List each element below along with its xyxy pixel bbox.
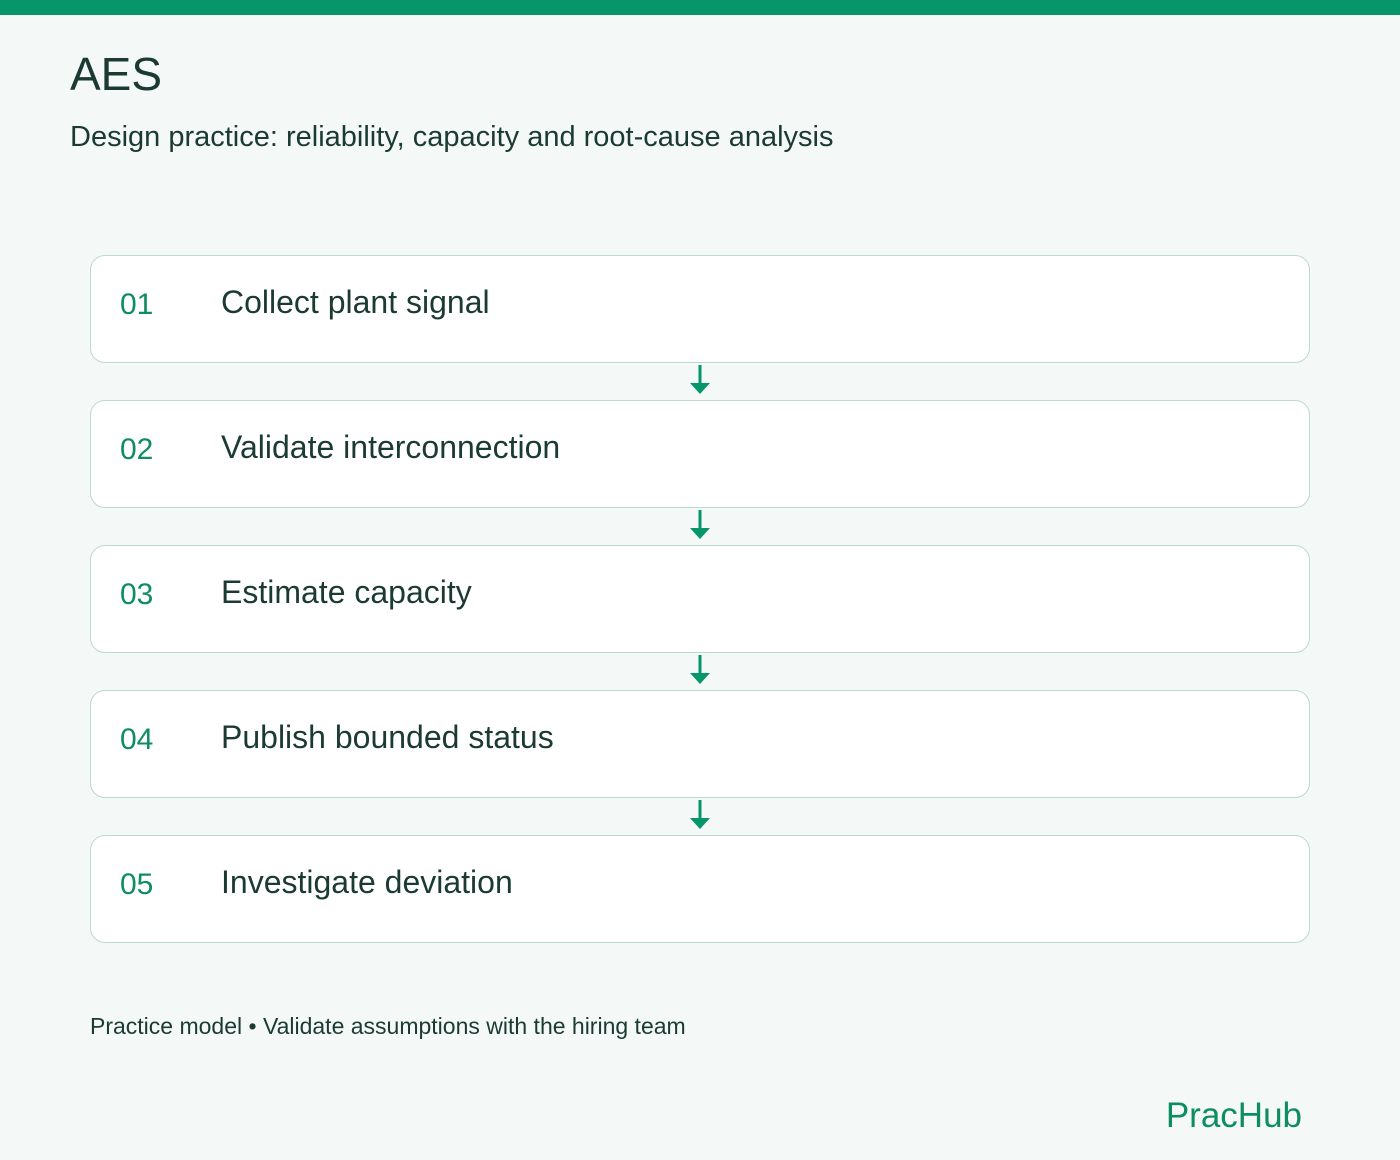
step-label: Validate interconnection <box>221 429 561 465</box>
step-card-3: 03 Estimate capacity <box>90 545 1310 653</box>
page-title: AES <box>70 48 163 100</box>
page-subtitle: Design practice: reliability, capacity a… <box>70 121 834 153</box>
step-label: Investigate deviation <box>221 864 513 900</box>
top-accent-bar <box>0 0 1400 15</box>
brand-logo-text: PracHub <box>1165 1096 1302 1135</box>
step-card-4: 04 Publish bounded status <box>90 690 1310 798</box>
arrow-down-icon <box>690 655 710 684</box>
arrow-down-icon <box>690 365 710 394</box>
step-number: 04 <box>120 723 154 756</box>
step-card-1: 01 Collect plant signal <box>90 255 1310 363</box>
step-number: 01 <box>120 288 154 321</box>
arrow-down-icon <box>690 800 710 829</box>
step-number: 02 <box>120 433 154 466</box>
step-label: Publish bounded status <box>221 719 554 755</box>
footer-note: Practice model • Validate assumptions wi… <box>90 1013 686 1039</box>
step-card-5: 05 Investigate deviation <box>90 835 1310 943</box>
step-number: 03 <box>120 578 154 611</box>
step-number: 05 <box>120 868 154 901</box>
arrow-down-icon <box>690 510 710 539</box>
step-label: Estimate capacity <box>221 574 472 610</box>
step-label: Collect plant signal <box>221 284 490 320</box>
step-card-2: 02 Validate interconnection <box>90 400 1310 508</box>
